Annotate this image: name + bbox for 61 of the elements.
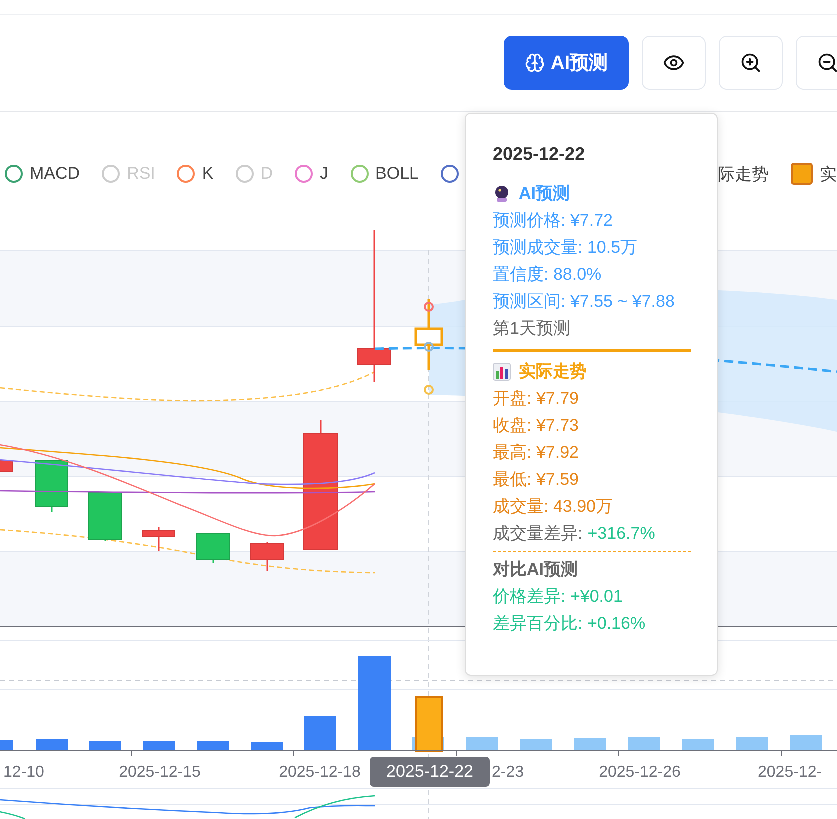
actual-line: 最低: ¥7.59	[493, 469, 580, 491]
compare-line: 差异百分比: +0.16%	[493, 613, 647, 635]
brain-icon	[525, 53, 545, 73]
axis-pointer-label: 2025-12-22	[370, 757, 490, 787]
volume-bar	[36, 739, 68, 751]
legend-item[interactable]: MACD	[5, 164, 80, 184]
axis-label: 2025-12-26	[599, 764, 681, 781]
candlestick	[250, 542, 284, 571]
prediction-note: 第1天预测	[493, 318, 572, 340]
forecast-volume-bar	[682, 739, 714, 751]
volume-bar	[251, 742, 283, 751]
highlighted-volume-bar	[415, 696, 443, 752]
prediction-line: 预测成交量: 10.5万	[493, 237, 639, 259]
compare-title: 对比AI预测	[493, 559, 578, 581]
legend-item[interactable]: 实	[791, 162, 837, 186]
actual-line: 成交量: 43.90万	[493, 496, 614, 518]
volume-bar	[197, 741, 229, 751]
legend-item[interactable]: K	[177, 164, 214, 184]
legend-ring[interactable]	[441, 165, 460, 183]
zoom-in-button[interactable]	[719, 36, 783, 90]
forecast-volume-bar	[736, 737, 768, 751]
axis-label: 2025-12-15	[119, 764, 201, 781]
prediction-title: AI预测	[519, 183, 570, 205]
volume-diff-label: 成交量差异:	[493, 523, 583, 545]
candlestick	[142, 527, 176, 551]
axis-label: 12-10	[4, 764, 44, 781]
axis-label: 2025-12-18	[279, 764, 361, 781]
zoom-out-icon	[817, 52, 837, 74]
bar-chart-icon	[493, 362, 511, 380]
ai-predict-button[interactable]: AI预测	[504, 36, 629, 90]
volume-diff-value: +316.7%	[588, 523, 656, 545]
prediction-line: 预测区间: ¥7.55 ~ ¥7.88	[493, 291, 676, 313]
forecast-volume-bar	[574, 738, 606, 751]
crystal-ball-icon	[493, 184, 511, 202]
volume-bar	[89, 741, 121, 751]
actual-title: 实际走势	[519, 361, 587, 383]
actual-line: 开盘: ¥7.79	[493, 388, 580, 410]
zoom-in-icon	[740, 52, 762, 74]
legend-item[interactable]: BOLL	[350, 164, 420, 184]
actual-line: 最高: ¥7.92	[493, 442, 580, 464]
volume-bar	[304, 716, 336, 751]
legend-item[interactable]: 际走势	[718, 162, 770, 186]
volume-bar	[143, 741, 175, 751]
legend-item[interactable]: J	[295, 164, 329, 184]
volume-bar	[0, 740, 13, 751]
forecast-volume-bar	[466, 737, 498, 751]
tooltip-date: 2025-12-22	[493, 143, 586, 166]
candlestick	[36, 460, 68, 512]
forecast-volume-bar	[628, 737, 660, 751]
prediction-line: 预测价格: ¥7.72	[493, 210, 614, 232]
compare-line: 价格差异: +¥0.01	[493, 586, 624, 608]
candlestick	[88, 492, 122, 541]
axis-label: 2-23	[492, 764, 524, 781]
candlestick	[196, 533, 230, 563]
axis-label: 2025-12-	[758, 764, 822, 781]
forecast-volume-bar	[520, 739, 552, 751]
actual-line: 收盘: ¥7.73	[493, 415, 580, 437]
candlestick	[0, 460, 14, 472]
prediction-line: 置信度: 88.0%	[493, 264, 603, 286]
visibility-button[interactable]	[642, 36, 706, 90]
forecast-volume-bar	[790, 735, 822, 751]
